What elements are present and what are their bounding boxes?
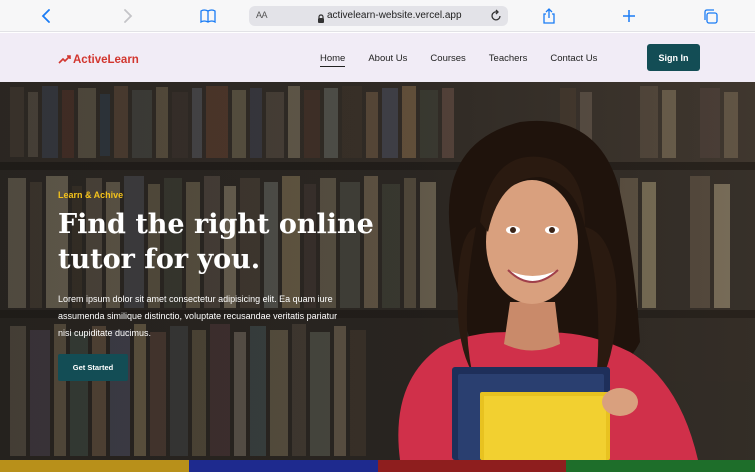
browser-toolbar: AA activelearn-website.vercel.app: [0, 0, 755, 32]
strip-segment-red: [377, 460, 567, 472]
nav-link-courses[interactable]: Courses: [430, 53, 465, 64]
nav-link-about[interactable]: About Us: [368, 53, 407, 64]
hero-description-line2: assumenda similique distinctio, voluptat…: [58, 311, 338, 321]
logo-text: ActiveLearn: [73, 54, 139, 66]
sign-in-button[interactable]: Sign In: [647, 44, 700, 71]
hero-headline-line1: Find the right online: [58, 209, 374, 240]
hero-eyebrow: Learn & Achive: [58, 190, 124, 200]
site-logo[interactable]: ActiveLearn: [58, 51, 139, 69]
strip-segment-green: [566, 460, 755, 472]
new-tab-icon[interactable]: [618, 6, 640, 26]
bookmarks-icon[interactable]: [197, 6, 219, 26]
address-bar[interactable]: AA activelearn-website.vercel.app: [249, 6, 508, 26]
tabs-icon[interactable]: [699, 6, 721, 26]
trend-up-icon: [58, 51, 71, 69]
forward-icon[interactable]: [116, 6, 138, 26]
strip-segment-yellow: [0, 460, 189, 472]
main-nav: Home About Us Courses Teachers Contact U…: [320, 53, 620, 67]
get-started-button[interactable]: Get Started: [58, 354, 128, 381]
reload-icon[interactable]: [490, 9, 502, 27]
nav-link-home[interactable]: Home: [320, 53, 346, 67]
lock-icon: [317, 11, 325, 29]
share-icon[interactable]: [538, 6, 560, 26]
url-text: activelearn-website.vercel.app: [327, 10, 462, 21]
hero-headline-line2: tutor for you.: [58, 244, 261, 275]
back-icon[interactable]: [36, 6, 58, 26]
hero-description: Lorem ipsum dolor sit amet consectetur a…: [58, 291, 378, 342]
nav-link-teachers[interactable]: Teachers: [489, 53, 528, 64]
color-strip: [0, 460, 755, 472]
site-header: ActiveLearn Home About Us Courses Teache…: [0, 33, 755, 82]
nav-link-contact[interactable]: Contact Us: [550, 53, 597, 64]
strip-segment-blue: [188, 460, 378, 472]
student-photo: [398, 120, 698, 460]
hero-description-line3: nisi cupiditate ducimus.: [58, 328, 152, 338]
hero-description-line1: Lorem ipsum dolor sit amet consectetur a…: [58, 294, 333, 304]
hero-section: Learn & Achive Find the right online tut…: [0, 82, 755, 460]
reader-aa-label[interactable]: AA: [256, 10, 268, 20]
hero-headline: Find the right online tutor for you.: [58, 207, 378, 277]
